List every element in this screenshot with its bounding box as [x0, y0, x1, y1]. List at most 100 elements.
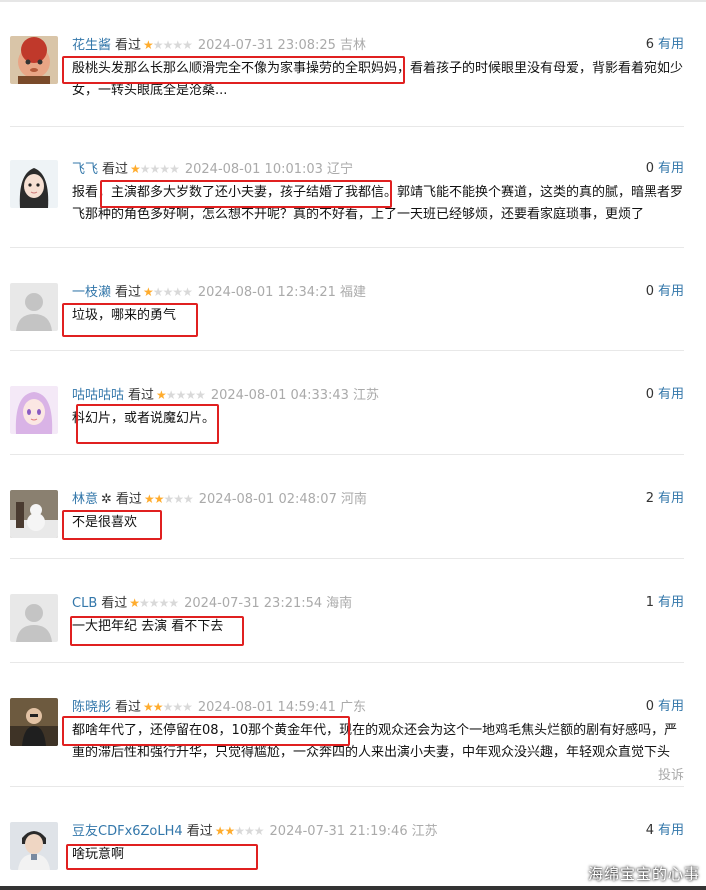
highlight-box — [62, 303, 198, 337]
star-empty-icon: ★ — [149, 162, 161, 176]
username-link[interactable]: 花生酱 — [72, 38, 111, 53]
user-badge-icon: ✲ — [101, 492, 112, 507]
comment-meta: 陈晓彤 看过 ★★★★★ 2024-08-01 14:59:41 广东 — [72, 698, 366, 716]
highlight-box — [62, 56, 405, 84]
rating-stars: ★★★★★ — [130, 162, 180, 176]
comment-meta: 林意 ✲ 看过 ★★★★★ 2024-08-01 02:48:07 河南 — [72, 490, 367, 508]
comment-time: 2024-07-31 23:21:54 — [184, 596, 323, 611]
vote-button[interactable]: 6 有用 — [646, 36, 684, 54]
star-empty-icon: ★ — [162, 285, 174, 299]
username-link[interactable]: 林意 — [72, 492, 98, 507]
star-empty-icon: ★ — [234, 824, 245, 838]
star-filled-icon: ★ — [152, 700, 164, 714]
highlight-box — [66, 844, 258, 870]
vote-count: 0 — [645, 387, 654, 402]
vote-button[interactable]: 2 有用 — [646, 490, 684, 508]
avatar[interactable] — [10, 283, 58, 331]
rating-stars: ★★★★★ — [143, 285, 193, 299]
comment-location: 福建 — [339, 285, 366, 300]
vote-label[interactable]: 有用 — [658, 823, 684, 838]
star-empty-icon: ★ — [162, 38, 174, 52]
snowman-photo-icon — [10, 490, 58, 538]
watched-label: 看过 — [115, 285, 142, 300]
avatar[interactable] — [10, 822, 58, 870]
comment-location: 辽宁 — [326, 162, 353, 177]
vote-label[interactable]: 有用 — [658, 284, 684, 299]
comment-meta: 一枝濑 看过 ★★★★★ 2024-08-01 12:34:21 福建 — [72, 283, 366, 301]
cartoon-avatar-icon — [10, 36, 58, 84]
vote-count: 6 — [645, 37, 654, 52]
vote-label[interactable]: 有用 — [658, 161, 684, 176]
watermark: 海绵宝宝的心事 — [587, 865, 700, 883]
default-user-icon — [10, 594, 58, 642]
default-user-icon — [10, 283, 58, 331]
comment-location: 吉林 — [339, 38, 366, 53]
avatar[interactable] — [10, 698, 58, 746]
star-empty-icon: ★ — [152, 38, 164, 52]
vote-label[interactable]: 有用 — [658, 491, 684, 506]
comment-meta: CLB 看过 ★★★★★ 2024-07-31 23:21:54 海南 — [72, 594, 352, 612]
avatar[interactable] — [10, 160, 58, 208]
vote-count: 0 — [645, 284, 654, 299]
star-empty-icon: ★ — [182, 700, 193, 714]
star-empty-icon: ★ — [169, 162, 180, 176]
star-empty-icon: ★ — [152, 285, 164, 299]
vote-count: 0 — [645, 699, 654, 714]
star-filled-icon: ★ — [143, 285, 154, 299]
vote-count: 2 — [645, 491, 654, 506]
star-empty-icon: ★ — [172, 285, 183, 299]
username-link[interactable]: 豆友CDFx6ZoLH4 — [72, 824, 183, 839]
divider — [10, 786, 684, 787]
avatar[interactable] — [10, 490, 58, 538]
star-empty-icon: ★ — [172, 700, 183, 714]
username-link[interactable]: 咕咕咕咕 — [72, 388, 124, 403]
vote-button[interactable]: 0 有用 — [646, 386, 684, 404]
watched-label: 看过 — [102, 162, 129, 177]
star-empty-icon: ★ — [195, 388, 206, 402]
comment-time: 2024-08-01 14:59:41 — [197, 700, 336, 715]
highlight-box — [70, 616, 244, 646]
rating-stars: ★★★★★ — [143, 38, 193, 52]
vote-label[interactable]: 有用 — [658, 387, 684, 402]
star-empty-icon: ★ — [183, 492, 194, 506]
vote-button[interactable]: 1 有用 — [646, 594, 684, 612]
rating-stars: ★★★★★ — [143, 700, 193, 714]
star-empty-icon: ★ — [165, 388, 177, 402]
vote-button[interactable]: 0 有用 — [646, 698, 684, 716]
comment-meta: 飞飞 看过 ★★★★★ 2024-08-01 10:01:03 辽宁 — [72, 160, 353, 178]
username-link[interactable]: 飞飞 — [72, 162, 98, 177]
highlight-box — [62, 716, 350, 746]
comment-meta: 花生酱 看过 ★★★★★ 2024-07-31 23:08:25 吉林 — [72, 36, 366, 54]
vote-label[interactable]: 有用 — [658, 595, 684, 610]
anime-pink-avatar-icon — [10, 386, 58, 434]
comment-meta: 咕咕咕咕 看过 ★★★★★ 2024-08-01 04:33:43 江苏 — [72, 386, 379, 404]
vote-label[interactable]: 有用 — [658, 699, 684, 714]
portrait-avatar-icon — [10, 822, 58, 870]
comment-location: 河南 — [340, 492, 367, 507]
username-link[interactable]: 陈晓彤 — [72, 700, 111, 715]
star-filled-icon: ★ — [153, 492, 165, 506]
report-link[interactable]: 投诉 — [658, 764, 684, 783]
star-filled-icon: ★ — [156, 388, 167, 402]
watched-label: 看过 — [101, 596, 128, 611]
vote-button[interactable]: 0 有用 — [646, 160, 684, 178]
star-empty-icon: ★ — [162, 700, 174, 714]
avatar[interactable] — [10, 386, 58, 434]
highlight-box — [62, 510, 162, 540]
avatar[interactable] — [10, 36, 58, 84]
vote-label[interactable]: 有用 — [658, 37, 684, 52]
comment-time: 2024-07-31 23:08:25 — [197, 38, 336, 53]
rating-stars: ★★★★★ — [129, 596, 179, 610]
username-link[interactable]: 一枝濑 — [72, 285, 111, 300]
username-link[interactable]: CLB — [72, 596, 97, 611]
comment-time: 2024-07-31 21:19:46 — [269, 824, 408, 839]
bottom-bar — [0, 886, 706, 890]
star-filled-icon: ★ — [129, 596, 140, 610]
divider — [10, 126, 684, 127]
vote-button[interactable]: 0 有用 — [646, 283, 684, 301]
star-empty-icon: ★ — [253, 824, 265, 838]
star-empty-icon: ★ — [159, 162, 170, 176]
vote-button[interactable]: 4 有用 — [646, 822, 684, 840]
avatar[interactable] — [10, 594, 58, 642]
star-empty-icon: ★ — [148, 596, 160, 610]
